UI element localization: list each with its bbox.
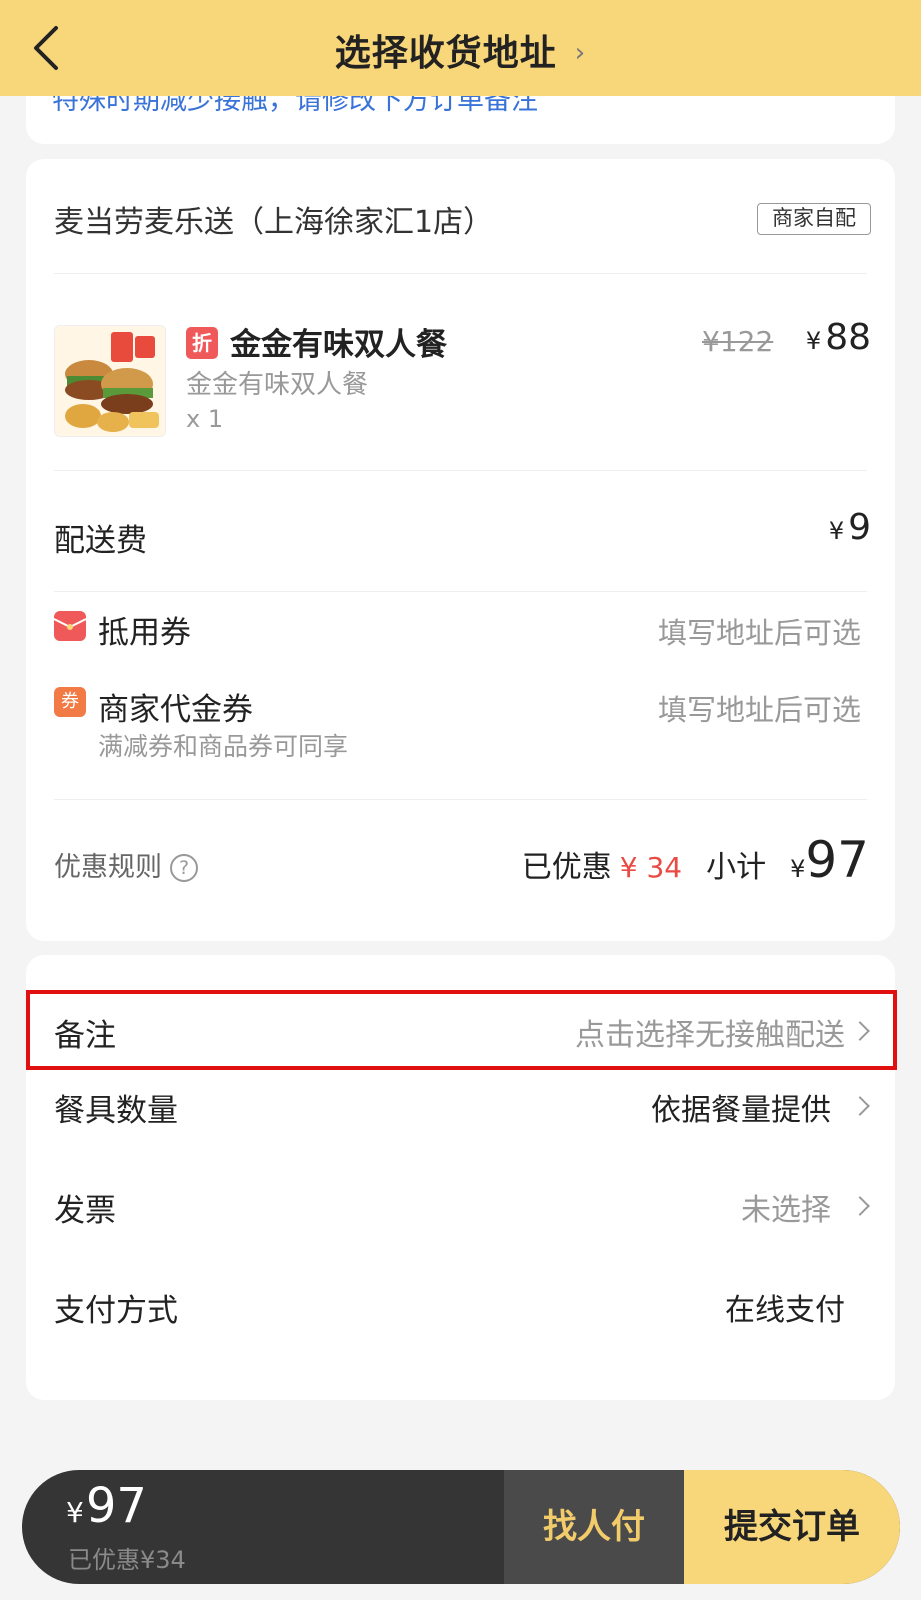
- divider: [54, 470, 867, 471]
- find-payer-button[interactable]: 找人付: [504, 1470, 684, 1584]
- delivery-fee-value: ¥9: [829, 507, 871, 548]
- item-price: ¥88: [806, 317, 871, 358]
- item-name: 金金有味双人餐: [230, 327, 447, 363]
- page-title[interactable]: 选择收货地址: [335, 33, 557, 74]
- top-bar: 选择收货地址 ›: [0, 0, 921, 96]
- currency-symbol: ¥: [828, 517, 845, 545]
- order-card: 麦当劳麦乐送（上海徐家汇1店） 商家自配 折 金金有味双人餐 金金有味双人餐 x…: [26, 159, 895, 941]
- payment-method-label: 支付方式: [54, 1293, 178, 1329]
- subtotal-label: 小计: [706, 850, 767, 885]
- chevron-right-icon[interactable]: [850, 1021, 870, 1041]
- total-discount: 已优惠¥34: [68, 1546, 186, 1574]
- currency-symbol: ¥: [805, 327, 822, 355]
- discount-tag: 折: [186, 327, 218, 359]
- chevron-right-icon[interactable]: [850, 1196, 870, 1216]
- submit-order-button[interactable]: 提交订单: [684, 1470, 900, 1584]
- question-mark-icon[interactable]: ?: [170, 854, 198, 882]
- delivery-badge: 商家自配: [757, 203, 871, 235]
- total-price-value: 97: [85, 1478, 147, 1534]
- subtotal-value: 97: [805, 831, 869, 889]
- discount-rules-link[interactable]: 优惠规则?: [54, 845, 198, 884]
- item-quantity: x 1: [186, 405, 224, 433]
- checkout-bar: ¥97 已优惠¥34 找人付 提交订单: [22, 1470, 900, 1584]
- voucher-value[interactable]: 填写地址后可选: [658, 610, 861, 652]
- voucher-label[interactable]: 抵用券: [98, 607, 191, 652]
- item-subtitle: 金金有味双人餐: [186, 370, 369, 400]
- chevron-right-icon[interactable]: [850, 1096, 870, 1116]
- store-name: 麦当劳麦乐送（上海徐家汇1店）: [54, 205, 494, 240]
- merchant-coupon-subtext: 满减券和商品券可同享: [98, 732, 349, 761]
- remark-value[interactable]: 点击选择无接触配送: [575, 1010, 845, 1054]
- notice-card: 特殊时期减少接触，请修改下方订单备注: [26, 96, 895, 144]
- discounted-value: ¥ 34: [619, 851, 683, 884]
- merchant-coupon-value[interactable]: 填写地址后可选: [658, 687, 861, 729]
- voucher-icon: [53, 611, 87, 641]
- remark-row[interactable]: 备注 点击选择无接触配送: [26, 990, 897, 1070]
- order-summary: 已优惠 ¥ 34 小计 ¥97: [522, 831, 869, 889]
- chevron-right-icon: ›: [574, 38, 587, 68]
- discount-rules-label[interactable]: 优惠规则: [54, 852, 162, 883]
- invoice-label[interactable]: 发票: [54, 1185, 116, 1230]
- divider: [54, 799, 867, 800]
- discounted-label: 已优惠: [521, 850, 612, 885]
- payment-method-value[interactable]: 在线支付: [725, 1285, 845, 1329]
- invoice-value[interactable]: 未选择: [741, 1185, 831, 1229]
- remark-label[interactable]: 备注: [54, 1010, 116, 1055]
- currency-symbol: ¥: [66, 1496, 84, 1529]
- divider: [54, 273, 867, 274]
- merchant-coupon-label[interactable]: 商家代金券: [98, 684, 253, 729]
- tableware-value[interactable]: 依据餐量提供: [651, 1085, 831, 1129]
- notice-text[interactable]: 特殊时期减少接触，请修改下方订单备注: [52, 96, 538, 117]
- delivery-fee-amount: 9: [848, 507, 871, 548]
- original-price: ¥122: [702, 325, 774, 358]
- select-address-title[interactable]: 选择收货地址 ›: [0, 24, 921, 76]
- merchant-coupon-icon: 券: [54, 687, 86, 717]
- total-price: ¥97: [66, 1478, 147, 1534]
- divider: [54, 591, 867, 592]
- delivery-fee-label: 配送费: [54, 523, 147, 559]
- currency-symbol: ¥: [790, 855, 806, 883]
- item-price-value: 88: [825, 317, 871, 358]
- tableware-label[interactable]: 餐具数量: [54, 1085, 178, 1130]
- food-image: [54, 325, 166, 437]
